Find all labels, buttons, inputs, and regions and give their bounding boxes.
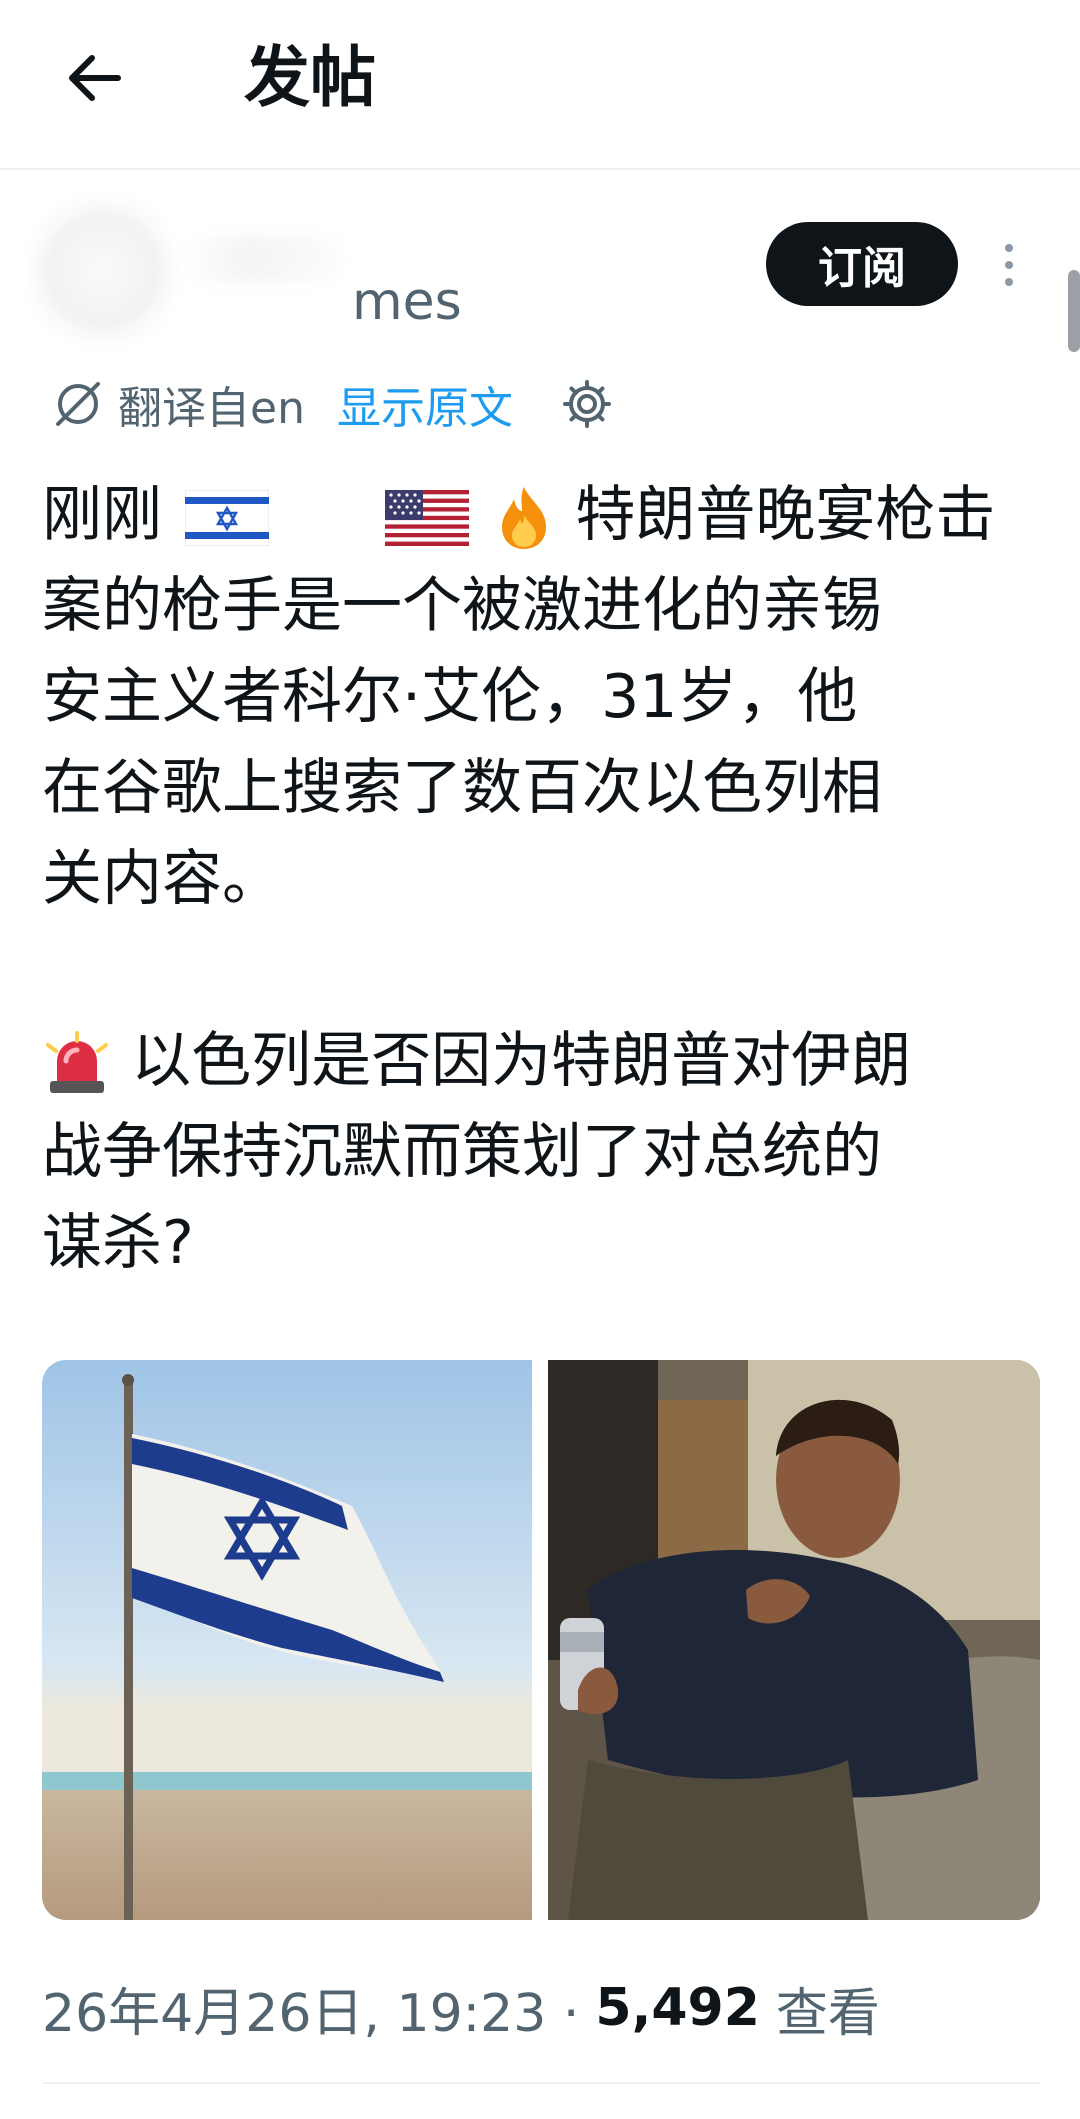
translation-row: 翻译自en 显示原文 bbox=[52, 368, 613, 440]
post-line-4: 在谷歌上搜索了数百次以色列相 bbox=[42, 753, 882, 823]
view-count: 5,492 bbox=[595, 1978, 760, 2038]
subscribe-button[interactable]: 订阅 bbox=[766, 222, 958, 306]
scrollbar-thumb[interactable] bbox=[1068, 270, 1080, 352]
post-text-segment: 特朗普晚宴枪击 bbox=[575, 480, 996, 550]
post-text-segment: 刚刚 bbox=[42, 480, 162, 550]
post-meta: 26年4月26日, 19:23 · 5,492 查看 bbox=[42, 1968, 880, 2048]
post-text: 刚刚 特朗普晚宴枪击 案的枪手是一个被激进化的亲锡 安主义者科尔·艾伦，31岁，… bbox=[42, 470, 1042, 1289]
divider bbox=[42, 2082, 1040, 2084]
arrow-left-icon[interactable] bbox=[62, 46, 126, 110]
post-line-7: 战争保持沉默而策划了对总统的 bbox=[42, 1117, 882, 1187]
translation-label: 翻译自en bbox=[118, 383, 305, 434]
post-timestamp[interactable]: 26年4月26日, 19:23 · bbox=[42, 1971, 579, 2046]
post-line-5: 关内容。 bbox=[42, 844, 282, 914]
post-line-2: 案的枪手是一个被激进化的亲锡 bbox=[42, 571, 882, 641]
post-line-1: 刚刚 特朗普晚宴枪击 bbox=[42, 470, 1042, 561]
page-title: 发帖 bbox=[244, 39, 376, 116]
siren-emoji bbox=[46, 1031, 108, 1094]
fire-emoji bbox=[502, 487, 547, 550]
post-line-8: 谋杀? bbox=[42, 1208, 194, 1278]
post-line-3: 安主义者科尔·艾伦，31岁，他 bbox=[42, 662, 858, 732]
post-line-6: 以色列是否因为特朗普对伊朗 bbox=[42, 1016, 1042, 1107]
more-vertical-icon[interactable] bbox=[994, 240, 1024, 290]
us-flag-emoji bbox=[385, 490, 470, 547]
author-name-blurred bbox=[180, 236, 350, 282]
israel-flag-emoji bbox=[185, 490, 270, 547]
avatar[interactable] bbox=[42, 210, 164, 332]
show-original-link[interactable]: 显示原文 bbox=[337, 372, 513, 436]
media-image-flag[interactable] bbox=[42, 1360, 532, 1920]
flag-photo bbox=[42, 1360, 532, 1920]
post-text-segment: 以色列是否因为特朗普对伊朗 bbox=[131, 1026, 912, 1096]
view-label: 查看 bbox=[775, 1983, 880, 2044]
gear-icon[interactable] bbox=[561, 378, 613, 430]
author-handle[interactable]: mes bbox=[352, 272, 462, 332]
top-bar: 发帖 bbox=[0, 0, 1080, 170]
translate-icon bbox=[56, 382, 100, 426]
person-photo bbox=[548, 1360, 1040, 1920]
media-image-person[interactable] bbox=[548, 1360, 1040, 1920]
